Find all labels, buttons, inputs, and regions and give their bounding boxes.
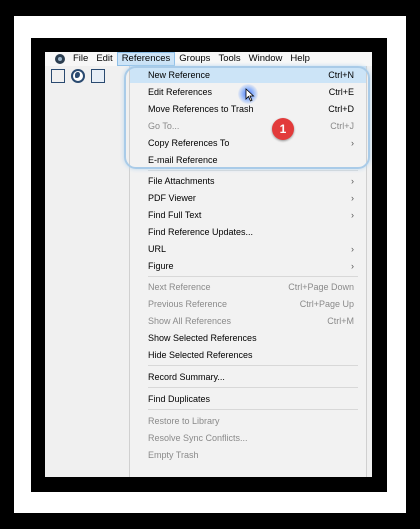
menu-separator [148,365,358,366]
menu-edit[interactable]: Edit [92,52,116,66]
app-window: File Edit References Groups Tools Window… [45,52,372,477]
mouse-pointer-icon [245,88,255,102]
document-icon[interactable] [91,69,105,83]
menu-help[interactable]: Help [286,52,314,66]
references-dropdown-menu: New Reference Ctrl+N Edit References Ctr… [124,66,370,477]
submenu-arrow-icon: › [351,209,354,220]
menu-item-file-attachments[interactable]: File Attachments › [130,172,366,189]
menu-item-label: Find Duplicates [148,393,211,404]
menu-item-url[interactable]: URL › [130,240,366,257]
menu-item-label: Empty Trash [148,449,199,460]
submenu-arrow-icon: › [351,137,354,148]
menu-item-restore-to-library[interactable]: Restore to Library [130,412,366,429]
menu-item-label: Hide Selected References [148,349,253,360]
submenu-arrow-icon: › [351,243,354,254]
menu-separator [148,387,358,388]
menu-item-record-summary[interactable]: Record Summary... [130,368,366,385]
menu-file[interactable]: File [69,52,92,66]
menu-item-label: Edit References [148,86,213,97]
menu-item-go-to[interactable]: Go To... Ctrl+J [130,117,366,134]
menu-item-show-selected-references[interactable]: Show Selected References [130,329,366,346]
menu-item-shortcut: Ctrl+Page Up [299,298,354,309]
submenu-arrow-icon: › [351,260,354,271]
menu-item-label: Record Summary... [148,371,225,382]
menu-item-previous-reference[interactable]: Previous Reference Ctrl+Page Up [130,295,366,312]
menu-groups[interactable]: Groups [175,52,214,66]
toolbar [45,66,125,86]
menu-separator [148,170,358,171]
menu-separator [148,409,358,410]
menu-item-label: Next Reference [148,281,211,292]
menu-item-label: URL [148,243,167,254]
menu-item-find-reference-updates[interactable]: Find Reference Updates... [130,223,366,240]
menu-item-shortcut: Ctrl+D [328,103,354,114]
library-icon[interactable] [51,69,65,83]
menu-item-label: Previous Reference [148,298,228,309]
menu-tools[interactable]: Tools [214,52,244,66]
menu-references[interactable]: References [116,52,176,66]
menu-item-hide-selected-references[interactable]: Hide Selected References [130,346,366,363]
menu-item-label: E-mail Reference [148,154,218,165]
menu-item-label: New Reference [148,69,211,80]
menu-window[interactable]: Window [245,52,287,66]
menu-item-resolve-sync-conflicts[interactable]: Resolve Sync Conflicts... [130,429,366,446]
menu-item-shortcut: Ctrl+E [328,86,354,97]
menu-item-label: Find Full Text [148,209,202,220]
menu-item-label: Resolve Sync Conflicts... [148,432,248,443]
submenu-arrow-icon: › [351,175,354,186]
menu-item-label: Find Reference Updates... [148,226,254,237]
step-number-badge: 1 [272,118,294,140]
globe-icon[interactable] [71,69,85,83]
menu-item-label: PDF Viewer [148,192,196,203]
menu-item-email-reference[interactable]: E-mail Reference [130,151,366,168]
menu-item-label: Move References to Trash [148,103,254,114]
menu-item-label: Copy References To [148,137,230,148]
menu-item-label: Show Selected References [148,332,257,343]
menu-item-copy-references-to[interactable]: Copy References To › [130,134,366,151]
submenu-arrow-icon: › [351,192,354,203]
menu-item-label: Restore to Library [148,415,220,426]
menu-item-label: Figure [148,260,174,271]
menu-item-new-reference[interactable]: New Reference Ctrl+N [130,66,366,83]
menu-item-pdf-viewer[interactable]: PDF Viewer › [130,189,366,206]
menu-item-figure[interactable]: Figure › [130,257,366,274]
menu-item-find-full-text[interactable]: Find Full Text › [130,206,366,223]
menu-item-find-duplicates[interactable]: Find Duplicates [130,390,366,407]
menu-separator [148,276,358,277]
menu-item-label: Show All References [148,315,232,326]
endnote-app-icon[interactable] [55,54,65,64]
menu-item-shortcut: Ctrl+J [330,120,354,131]
menu-item-shortcut: Ctrl+N [328,69,354,80]
menu-item-next-reference[interactable]: Next Reference Ctrl+Page Down [130,278,366,295]
menu-bar: File Edit References Groups Tools Window… [45,52,372,66]
menu-item-empty-trash[interactable]: Empty Trash [130,446,366,463]
menu-item-show-all-references[interactable]: Show All References Ctrl+M [130,312,366,329]
menu-item-label: File Attachments [148,175,215,186]
menu-item-shortcut: Ctrl+Page Down [288,281,354,292]
menu-item-shortcut: Ctrl+M [327,315,354,326]
menu-item-label: Go To... [148,120,180,131]
